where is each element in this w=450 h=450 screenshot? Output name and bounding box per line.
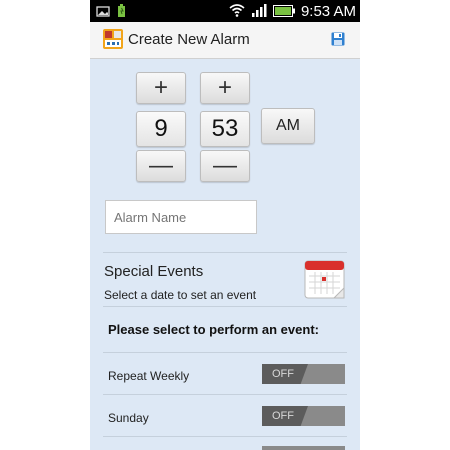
page-title: Create New Alarm [128,31,250,48]
battery-icon [272,2,295,21]
divider [103,252,347,253]
ampm-toggle-button[interactable]: AM [261,108,315,144]
divider [103,352,347,353]
perform-event-heading: Please select to perform an event: [108,322,319,337]
hour-decrement-button[interactable]: — [136,150,186,182]
signal-icon [251,2,267,21]
repeat-weekly-toggle[interactable]: OFF [262,364,345,384]
battery-saver-icon [116,3,127,22]
app-logo-icon [103,29,123,49]
wifi-icon [229,2,245,21]
repeat-weekly-label: Repeat Weekly [108,369,190,383]
divider [103,394,347,395]
minute-value[interactable]: 53 [200,111,250,147]
minute-increment-button[interactable]: + [200,72,250,104]
special-events-subtitle: Select a date to set an event [104,288,257,302]
save-icon[interactable] [331,31,345,46]
hour-increment-button[interactable]: + [136,72,186,104]
calendar-icon[interactable] [304,258,346,300]
phone-screen: 9:53 AM Create New Alarm + + 9 53 AM — —… [90,0,360,450]
picture-icon [96,3,110,22]
minute-decrement-button[interactable]: — [200,150,250,182]
next-toggle-partial[interactable] [262,446,345,450]
hour-value[interactable]: 9 [136,111,186,147]
divider [103,306,347,307]
status-bar: 9:53 AM [90,0,360,22]
status-clock: 9:53 AM [300,3,356,20]
sunday-label: Sunday [108,411,149,425]
action-bar: Create New Alarm [90,22,360,59]
sunday-toggle[interactable]: OFF [262,406,345,426]
toggle-state: OFF [262,406,308,426]
alarm-name-input[interactable] [105,200,257,234]
divider [103,436,347,437]
toggle-state: OFF [262,364,308,384]
special-events-title: Special Events [104,263,204,280]
